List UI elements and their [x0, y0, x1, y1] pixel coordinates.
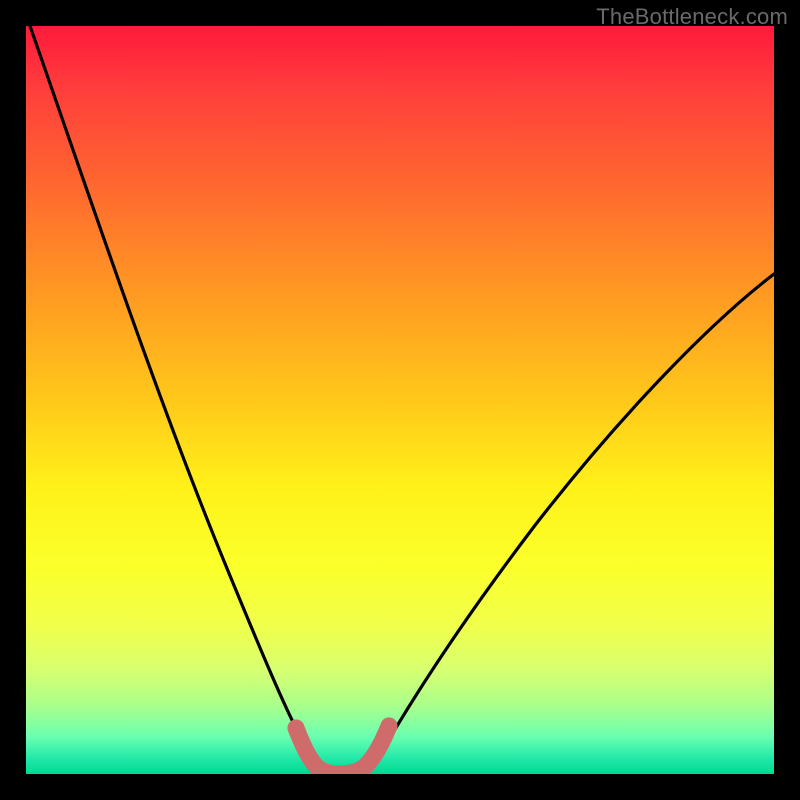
highlight-end-dot-left [288, 720, 305, 737]
chart-frame: TheBottleneck.com [0, 0, 800, 800]
bottleneck-curve [26, 26, 774, 774]
curve-path [30, 26, 774, 774]
optimal-highlight [296, 726, 389, 774]
highlight-end-dot-right [381, 718, 398, 735]
plot-area [26, 26, 774, 774]
